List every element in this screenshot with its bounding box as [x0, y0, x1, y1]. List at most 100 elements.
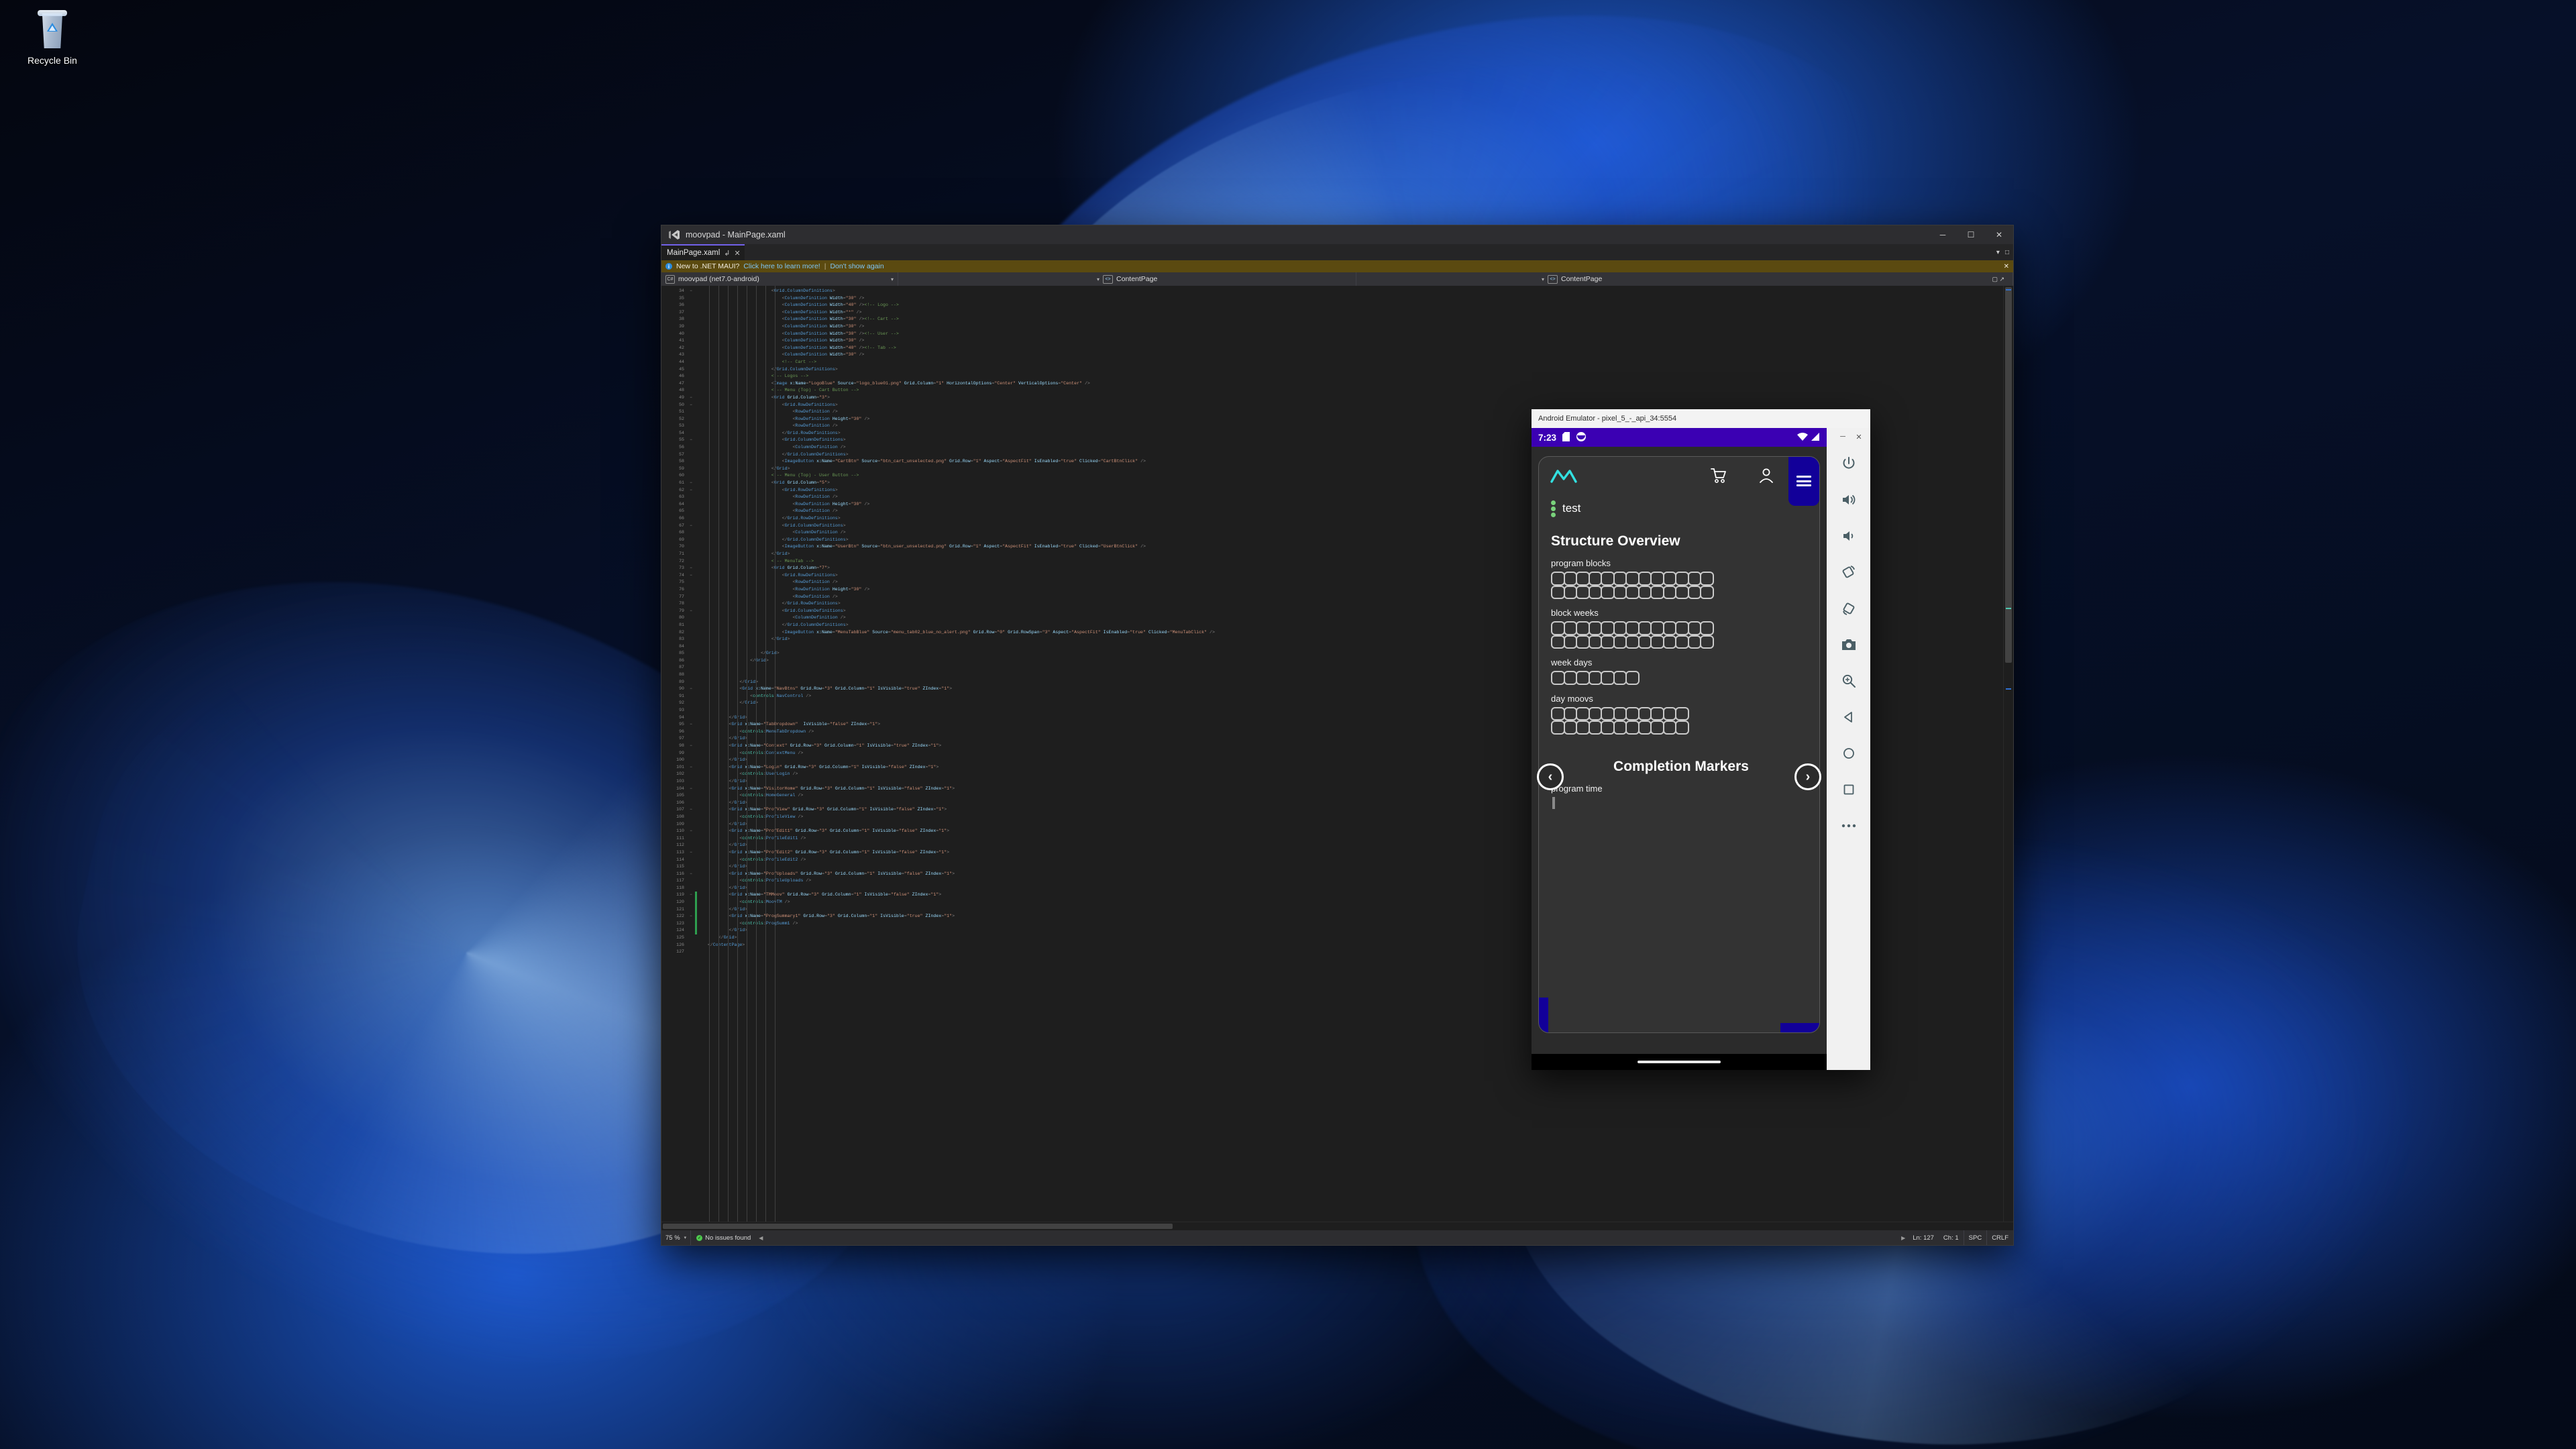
close-button[interactable]: ✕: [1985, 225, 2013, 244]
emulator-screen[interactable]: 7:23 test Structure Overview program blo…: [1532, 428, 1827, 1070]
marker-cell[interactable]: [1576, 635, 1590, 649]
marker-cell[interactable]: [1687, 635, 1701, 649]
info-bar-close-icon[interactable]: ✕: [2004, 263, 2009, 270]
marker-cell[interactable]: [1601, 585, 1615, 599]
zoom-level-dropdown[interactable]: 75 % ▾: [661, 1230, 692, 1245]
user-icon[interactable]: [1758, 467, 1775, 484]
marker-cell[interactable]: [1700, 585, 1714, 599]
marker-cell[interactable]: [1675, 635, 1689, 649]
minimize-button[interactable]: ─: [1929, 225, 1957, 244]
volume-down-icon[interactable]: [1833, 521, 1864, 551]
marker-cell[interactable]: [1563, 706, 1577, 720]
marker-cell[interactable]: [1638, 621, 1652, 635]
marker-cell[interactable]: [1601, 572, 1615, 586]
marker-cell[interactable]: [1638, 585, 1652, 599]
rotate-left-icon[interactable]: [1833, 557, 1864, 588]
horizontal-scrollbar[interactable]: [661, 1222, 2013, 1230]
marker-cell[interactable]: [1601, 720, 1615, 735]
marker-cell[interactable]: [1662, 635, 1676, 649]
gesture-bar[interactable]: [1638, 1061, 1721, 1063]
marker-cell[interactable]: [1687, 572, 1701, 586]
marker-cell[interactable]: [1662, 621, 1676, 635]
chevron-down-icon[interactable]: ▾: [891, 276, 894, 282]
marker-cell[interactable]: [1625, 585, 1640, 599]
marker-cell[interactable]: [1588, 706, 1602, 720]
close-icon[interactable]: ✕: [734, 249, 740, 258]
marker-cell[interactable]: [1588, 585, 1602, 599]
marker-cell[interactable]: [1650, 720, 1664, 735]
app-viewport[interactable]: test Structure Overview program blocks b…: [1532, 447, 1827, 1070]
marker-cell[interactable]: [1588, 621, 1602, 635]
cell-grid[interactable]: [1551, 671, 1811, 685]
marker-cell[interactable]: [1563, 671, 1577, 685]
zoom-in-icon[interactable]: [1833, 665, 1864, 696]
marker-cell[interactable]: [1563, 720, 1577, 735]
marker-cell[interactable]: [1675, 706, 1689, 720]
maximize-button[interactable]: ☐: [1957, 225, 1985, 244]
marker-cell[interactable]: [1675, 572, 1689, 586]
marker-cell[interactable]: [1650, 585, 1664, 599]
marker-cell[interactable]: [1576, 671, 1590, 685]
marker-cell[interactable]: [1551, 635, 1565, 649]
marker-cell[interactable]: [1638, 720, 1652, 735]
marker-cell[interactable]: [1638, 635, 1652, 649]
recycle-bin-icon[interactable]: Recycle Bin: [5, 5, 99, 66]
android-gesture-nav[interactable]: [1532, 1054, 1827, 1070]
marker-cell[interactable]: [1650, 572, 1664, 586]
vertical-scrollbar[interactable]: [2003, 286, 2013, 1222]
marker-cell[interactable]: [1662, 720, 1676, 735]
cart-icon[interactable]: [1709, 467, 1727, 484]
line-ending-indicator[interactable]: CRLF: [1986, 1230, 2013, 1245]
marker-cell[interactable]: [1551, 720, 1565, 735]
emulator-minimize-button[interactable]: ─: [1835, 431, 1850, 443]
hamburger-menu-icon[interactable]: [1788, 457, 1819, 506]
marker-cell[interactable]: [1700, 572, 1714, 586]
dont-show-again-link[interactable]: Don't show again: [830, 262, 883, 270]
navbar-right-actions[interactable]: ▢ ↗: [1992, 276, 2008, 283]
next-arrow-button[interactable]: ›: [1794, 763, 1821, 790]
marker-cell[interactable]: [1625, 572, 1640, 586]
screenshot-camera-icon[interactable]: [1833, 629, 1864, 660]
marker-cell[interactable]: [1601, 671, 1615, 685]
marker-cell[interactable]: [1650, 621, 1664, 635]
chevron-down-icon[interactable]: ▾: [1097, 276, 1099, 282]
overview-square-icon[interactable]: [1833, 774, 1864, 805]
back-triangle-icon[interactable]: [1833, 702, 1864, 733]
marker-cell[interactable]: [1563, 621, 1577, 635]
marker-cell[interactable]: [1638, 572, 1652, 586]
marker-cell[interactable]: [1601, 635, 1615, 649]
fold-margin[interactable]: − − − − − − − − − − − − − − − − − − − − −: [687, 286, 695, 1222]
marker-cell[interactable]: [1601, 621, 1615, 635]
marker-cell[interactable]: [1601, 706, 1615, 720]
marker-cell[interactable]: [1687, 621, 1701, 635]
user-row[interactable]: test: [1547, 494, 1811, 520]
marker-cell[interactable]: [1576, 572, 1590, 586]
marker-cell[interactable]: [1638, 706, 1652, 720]
marker-cell[interactable]: [1625, 706, 1640, 720]
marker-cell[interactable]: [1613, 720, 1627, 735]
marker-cell[interactable]: [1588, 635, 1602, 649]
pin-icon[interactable]: ↲: [724, 249, 730, 258]
marker-cell[interactable]: [1650, 635, 1664, 649]
power-icon[interactable]: [1833, 448, 1864, 479]
marker-cell[interactable]: [1613, 671, 1627, 685]
marker-cell[interactable]: [1576, 706, 1590, 720]
marker-cell[interactable]: [1625, 621, 1640, 635]
navbar-project-dropdown[interactable]: C# moovpad (net7.0-android) ▾: [661, 272, 898, 286]
navbar-item-dropdown[interactable]: ▾ <> ContentPage ▢ ↗: [1356, 272, 2013, 286]
rotate-right-icon[interactable]: [1833, 593, 1864, 624]
chevron-down-icon[interactable]: ▾: [1542, 276, 1544, 282]
chevron-down-icon[interactable]: ▾: [684, 1235, 687, 1240]
marker-cell[interactable]: [1625, 671, 1640, 685]
marker-cell[interactable]: [1662, 572, 1676, 586]
marker-cell[interactable]: [1613, 635, 1627, 649]
moov-logo-icon[interactable]: [1550, 466, 1578, 486]
marker-cell[interactable]: [1588, 720, 1602, 735]
marker-cell[interactable]: [1625, 635, 1640, 649]
prev-arrow-button[interactable]: ‹: [1537, 763, 1564, 790]
marker-cell[interactable]: [1662, 585, 1676, 599]
marker-cell[interactable]: [1551, 671, 1565, 685]
marker-cell[interactable]: [1625, 720, 1640, 735]
more-options-icon[interactable]: [1833, 810, 1864, 841]
marker-cell[interactable]: [1613, 572, 1627, 586]
